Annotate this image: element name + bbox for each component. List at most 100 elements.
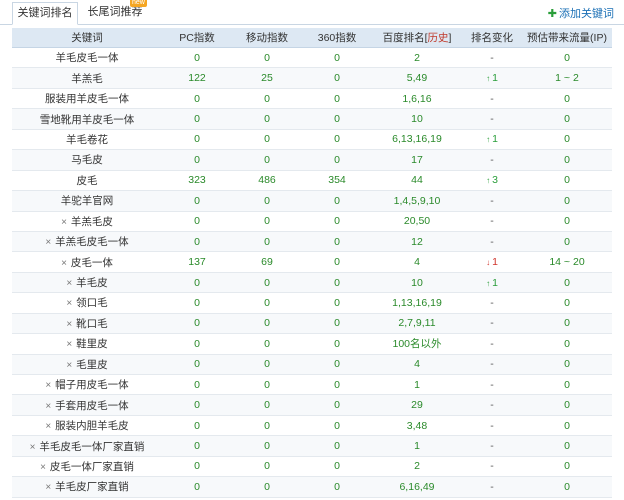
rank-change-cell: ↑ 1 <box>462 272 522 294</box>
table-row: 马毛皮 0 0 0 17-0 <box>12 149 612 171</box>
keyword-cell: × 鞋里皮 <box>12 333 162 355</box>
baidu-rank-cell: 1,4,5,9,10 <box>372 190 462 212</box>
rank-change-cell: - <box>462 354 522 376</box>
pc-index-cell: 0 <box>162 88 232 110</box>
360-index-cell: 0 <box>302 231 372 253</box>
mobile-index-cell: 69 <box>232 251 302 273</box>
pc-index-cell: 0 <box>162 313 232 335</box>
delete-icon[interactable]: × <box>66 319 72 330</box>
delete-icon[interactable]: × <box>45 237 51 248</box>
rank-change-cell: - <box>462 292 522 314</box>
traffic-cell: 0 <box>522 476 612 498</box>
mobile-index-cell: 0 <box>232 333 302 355</box>
col-pc-index: PC指数 <box>162 28 232 48</box>
table-row: × 羊毛皮厂家直销 0 0 0 6,16,49-0 <box>12 476 612 498</box>
baidu-rank-cell: 2 <box>372 47 462 69</box>
keyword-text: 羊羔毛皮毛一体 <box>55 236 129 249</box>
keyword-text: 羊毛皮厂家直销 <box>55 481 129 494</box>
mobile-index-cell: 0 <box>232 456 302 478</box>
table-row: × 帽子用皮毛一体 0 0 0 1-0 <box>12 374 612 396</box>
table-row: × 手套用皮毛一体 0 0 0 29-0 <box>12 394 612 416</box>
arrow-up-icon: ↑ <box>486 278 491 288</box>
360-index-cell: 0 <box>302 313 372 335</box>
delete-icon[interactable]: × <box>66 339 72 350</box>
table-row: × 服装内胆羊毛皮 0 0 0 3,48-0 <box>12 415 612 437</box>
delete-icon[interactable]: × <box>30 442 36 453</box>
rank-change-cell: - <box>462 456 522 478</box>
pc-index-cell: 0 <box>162 231 232 253</box>
360-index-cell: 0 <box>302 394 372 416</box>
keyword-text: 羊毛卷花 <box>66 133 108 146</box>
col-traffic: 预估带来流量(IP) <box>522 28 612 48</box>
col-rank-change: 排名变化 <box>462 28 522 48</box>
table-row: × 羊毛皮毛一体厂家直销 0 0 0 1-0 <box>12 435 612 457</box>
mobile-index-cell: 0 <box>232 476 302 498</box>
traffic-cell: 14 ~ 20 <box>522 251 612 273</box>
keyword-text: 皮毛一体 <box>70 256 113 269</box>
mobile-index-cell: 0 <box>232 394 302 416</box>
history-link[interactable]: 历史 <box>428 32 449 44</box>
delete-icon[interactable]: × <box>61 217 67 228</box>
pc-index-cell: 0 <box>162 374 232 396</box>
360-index-cell: 0 <box>302 88 372 110</box>
traffic-cell: 0 <box>522 333 612 355</box>
pc-index-cell: 0 <box>162 292 232 314</box>
keyword-text: 羊毛皮毛一体厂家直销 <box>39 440 145 453</box>
mobile-index-cell: 0 <box>232 129 302 151</box>
360-index-cell: 0 <box>302 456 372 478</box>
rank-change-value: 1 <box>492 72 498 85</box>
delete-icon[interactable]: × <box>66 298 72 309</box>
keyword-cell: 羊驼羊官网 <box>12 190 162 212</box>
pc-index-cell: 0 <box>162 272 232 294</box>
baidu-rank-label: 百度排名[ <box>382 32 428 44</box>
traffic-cell: 0 <box>522 272 612 294</box>
delete-icon[interactable]: × <box>45 482 51 493</box>
keyword-cell: × 皮毛一体厂家直销 <box>12 456 162 478</box>
rank-change-cell: ↑ 1 <box>462 67 522 89</box>
keyword-cell: 服装用羊皮毛一体 <box>12 88 162 110</box>
keyword-cell: × 羊毛皮毛一体厂家直销 <box>12 435 162 457</box>
keyword-cell: 马毛皮 <box>12 149 162 171</box>
tab-keyword-rank[interactable]: 关键词排名 <box>12 2 78 25</box>
delete-icon[interactable]: × <box>66 360 72 371</box>
delete-icon[interactable]: × <box>45 380 51 391</box>
pc-index-cell: 0 <box>162 435 232 457</box>
traffic-cell: 0 <box>522 435 612 457</box>
delete-icon[interactable]: × <box>61 258 67 269</box>
rank-change-cell: - <box>462 211 522 232</box>
keyword-cell: × 服装内胆羊毛皮 <box>12 415 162 437</box>
table-row: × 皮毛一体厂家直销 0 0 0 2-0 <box>12 456 612 478</box>
delete-icon[interactable]: × <box>66 278 72 289</box>
add-keyword-button[interactable]: ✚ 添加关键词 <box>548 5 614 21</box>
table-row: × 羊羔毛皮毛一体 0 0 0 12-0 <box>12 231 612 253</box>
keyword-text: 毛里皮 <box>76 358 108 371</box>
pc-index-cell: 0 <box>162 149 232 171</box>
360-index-cell: 0 <box>302 333 372 355</box>
keyword-cell: × 手套用皮毛一体 <box>12 394 162 416</box>
rank-change-value: 1 <box>492 133 498 146</box>
keyword-cell: 雪地靴用羊皮毛一体 <box>12 108 162 130</box>
keyword-cell: × 羊羔毛皮毛一体 <box>12 231 162 253</box>
360-index-cell: 0 <box>302 211 372 232</box>
delete-icon[interactable]: × <box>40 462 46 473</box>
keyword-text: 领口毛 <box>76 297 108 310</box>
delete-icon[interactable]: × <box>45 401 51 412</box>
rank-change-cell: - <box>462 108 522 130</box>
table-row: 雪地靴用羊皮毛一体 0 0 0 10-0 <box>12 108 612 130</box>
traffic-cell: 0 <box>522 354 612 376</box>
traffic-cell: 0 <box>522 231 612 253</box>
traffic-cell: 1 ~ 2 <box>522 67 612 89</box>
traffic-cell: 0 <box>522 415 612 437</box>
360-index-cell: 0 <box>302 435 372 457</box>
baidu-rank-cell: 100名以外 <box>372 333 462 355</box>
baidu-rank-cell: 10 <box>372 108 462 130</box>
table-row: 皮毛 323 486 354 44 ↑ 3 0 <box>12 170 612 192</box>
table-row: × 毛里皮 0 0 0 4-0 <box>12 354 612 376</box>
table-row: × 鞋里皮 0 0 0 100名以外 -0 <box>12 333 612 355</box>
delete-icon[interactable]: × <box>45 421 51 432</box>
mobile-index-cell: 0 <box>232 292 302 314</box>
baidu-rank-cell: 2 <box>372 456 462 478</box>
traffic-cell: 0 <box>522 313 612 335</box>
mobile-index-cell: 486 <box>232 170 302 192</box>
baidu-rank-cell: 6,16,49 <box>372 476 462 498</box>
